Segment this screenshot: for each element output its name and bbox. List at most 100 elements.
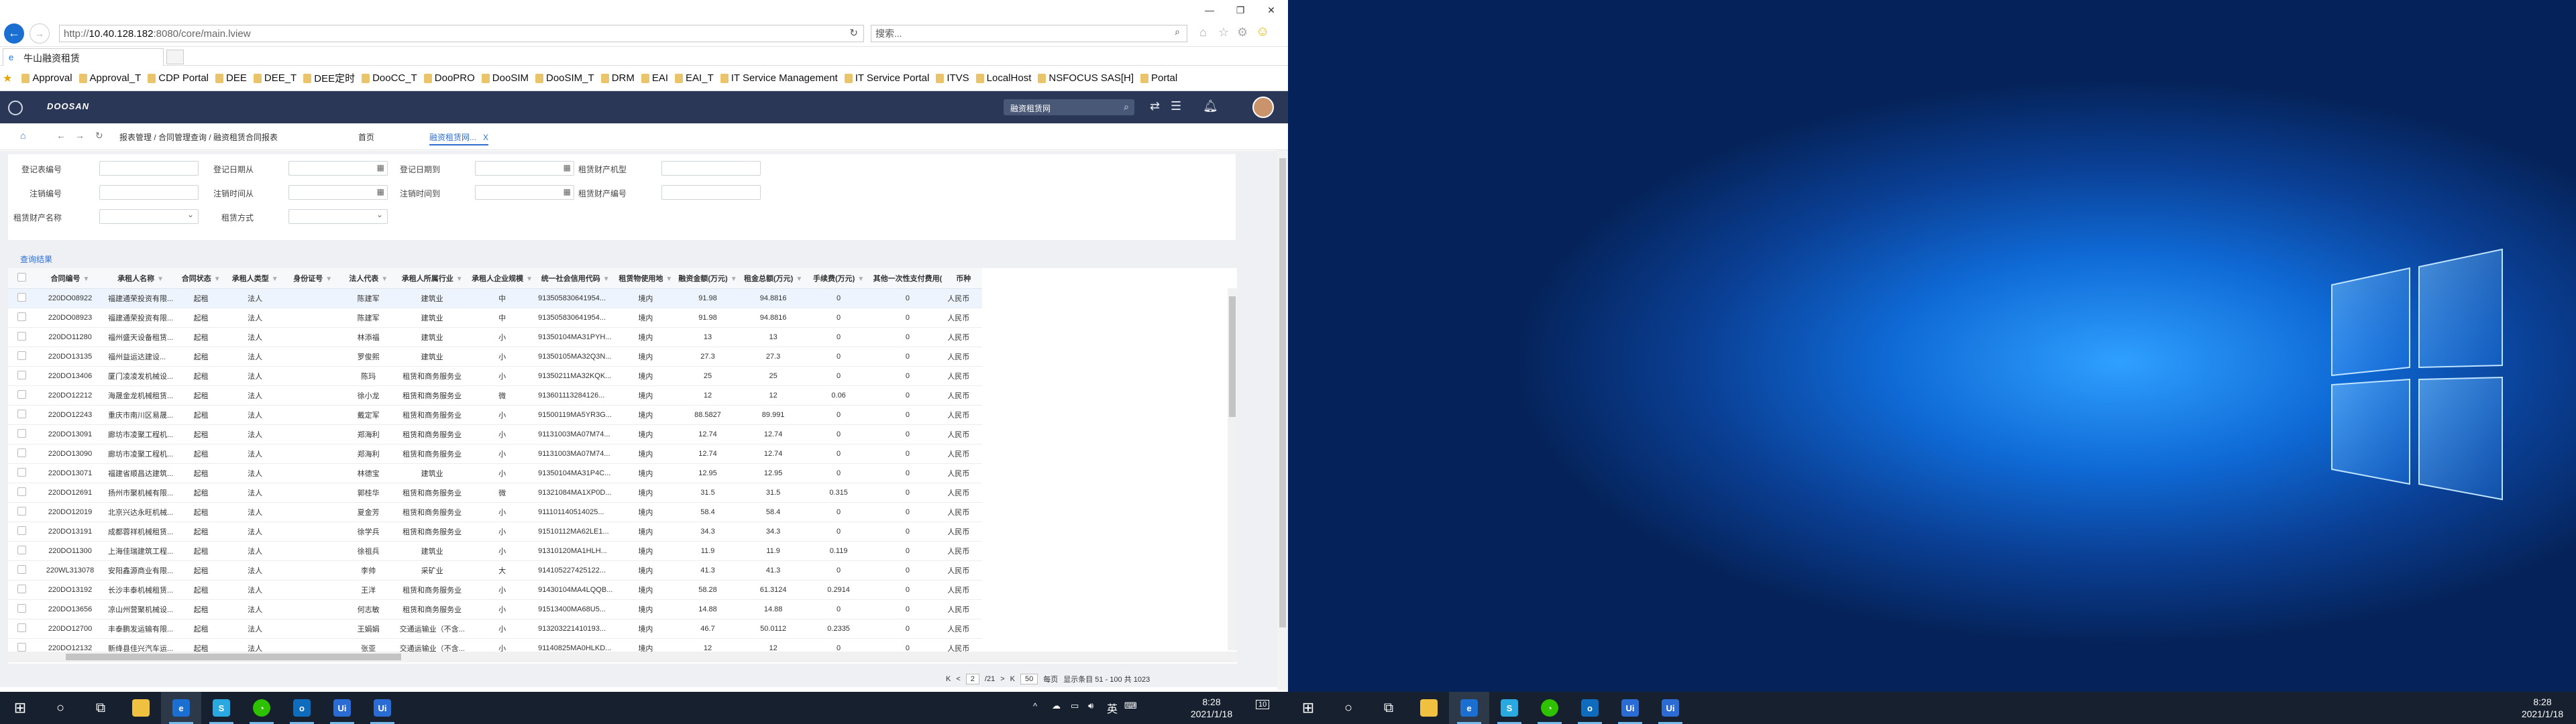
checkbox[interactable] xyxy=(17,487,26,496)
table-row[interactable]: 220DO12019 北京兴达永旺机械... 起租 法人 夏金芳 租赁和商务服务业小 911… xyxy=(8,502,983,522)
column-filter-icon[interactable]: ▼ xyxy=(83,276,90,283)
checkbox[interactable] xyxy=(17,584,26,593)
column-filter-icon[interactable]: ▼ xyxy=(603,276,610,283)
row-checkbox-cell[interactable] xyxy=(8,385,35,406)
favorites-star-icon[interactable]: ★ xyxy=(3,72,15,85)
filter-lease-type-select[interactable] xyxy=(288,209,388,224)
row-checkbox-cell[interactable] xyxy=(8,366,35,386)
table-row[interactable]: 220DO13406 厦门凌凌发机械设... 起租 法人 陈玛 租赁和商务服务业小 9135… xyxy=(8,366,983,386)
ie-button[interactable]: e xyxy=(1449,692,1489,724)
column-header[interactable]: 租赁物使用地 ▼ xyxy=(615,268,676,289)
checkbox[interactable] xyxy=(17,292,26,302)
table-row[interactable]: 220DO12691 扬州市聚机械有限... 起租 法人 郭桂华 租赁和商务服务业微 913… xyxy=(8,483,983,503)
row-checkbox-cell[interactable] xyxy=(8,308,35,328)
favorite-link[interactable]: DooSIM_T xyxy=(535,72,594,84)
app-s-button[interactable]: S xyxy=(201,692,241,724)
column-filter-icon[interactable]: ▼ xyxy=(857,276,864,283)
reload-icon[interactable]: ↻ xyxy=(95,130,103,141)
table-row[interactable]: 220DO13071 福建省顺昌达建筑... 起租 法人 林德宝 建筑业小 91350104… xyxy=(8,463,983,483)
column-filter-icon[interactable]: ▼ xyxy=(214,276,221,283)
new-tab-button[interactable] xyxy=(166,50,184,64)
checkbox[interactable] xyxy=(17,526,26,535)
favorite-link[interactable]: EAI xyxy=(641,72,668,84)
scroll-thumb[interactable] xyxy=(1229,296,1236,417)
cloud-icon[interactable]: ☁ xyxy=(1052,701,1061,711)
favorite-link[interactable]: IT Service Management xyxy=(720,72,838,84)
table-row[interactable]: 220DO12700 丰泰鹏发运输有限... 起租 法人 王娟娟 交通运输业（不含... 小… xyxy=(8,619,983,639)
checkbox[interactable] xyxy=(17,409,26,418)
row-checkbox-cell[interactable] xyxy=(8,424,35,444)
checkbox[interactable] xyxy=(17,370,26,379)
taskbar-clock[interactable]: 8:28 2021/1/18 xyxy=(1185,696,1238,720)
nav-back-icon[interactable]: ← xyxy=(56,130,66,141)
row-checkbox-cell[interactable] xyxy=(8,599,35,619)
column-header[interactable]: 承租人所属行业 ▼ xyxy=(395,268,470,289)
start-button[interactable]: ⊞ xyxy=(0,692,40,724)
start-button[interactable]: ⊞ xyxy=(1288,692,1328,724)
close-button[interactable]: ✕ xyxy=(1256,2,1287,18)
checkbox[interactable] xyxy=(17,389,26,399)
notification-badge[interactable]: 10 xyxy=(1256,700,1270,709)
nav-forward-icon[interactable]: → xyxy=(75,130,85,141)
table-row[interactable]: 220DO13135 福州益运达建设... 起租 法人 罗俊熙 建筑业小 91350105M… xyxy=(8,347,983,367)
ime-language[interactable]: 英 xyxy=(1107,700,1118,716)
column-header[interactable]: 合同状态 ▼ xyxy=(176,268,227,289)
table-row[interactable]: 220DO11280 福州盛天设备租赁... 起租 法人 林添福 建筑业小 91350104… xyxy=(8,327,983,347)
column-filter-icon[interactable]: ▼ xyxy=(526,276,533,283)
menu-icon[interactable] xyxy=(8,101,23,115)
outlook-button[interactable]: o xyxy=(1570,692,1610,724)
favorite-link[interactable]: Portal xyxy=(1140,72,1177,84)
favorite-link[interactable]: DooSIM xyxy=(481,72,529,84)
table-row[interactable]: 220DO13090 廊坊市凌聚工程机... 起租 法人 郑海利 租赁和商务服务业小 911… xyxy=(8,444,983,464)
table-row[interactable]: 220DO12212 海晟金龙机械租赁... 起租 法人 徐小龙 租赁和商务服务业微 913… xyxy=(8,385,983,406)
favorite-link[interactable]: Approval_T xyxy=(78,72,141,84)
checkbox[interactable] xyxy=(17,642,26,652)
table-row[interactable]: 220DO08923 福建通荣投资有限... 起租 法人 陈建军 建筑业中 91350583… xyxy=(8,308,983,328)
table-row[interactable]: 220DO13091 廊坊市凌聚工程机... 起租 法人 郑海利 租赁和商务服务业小 911… xyxy=(8,424,983,444)
uipath-button-1[interactable]: Ui xyxy=(322,692,362,724)
row-checkbox-cell[interactable] xyxy=(8,347,35,367)
explorer-button[interactable] xyxy=(1409,692,1449,724)
favorite-link[interactable]: DooCC_T xyxy=(362,72,417,84)
grid-vertical-scrollbar[interactable] xyxy=(1228,288,1237,650)
row-checkbox-cell[interactable] xyxy=(8,580,35,600)
filter-lease-model-input[interactable] xyxy=(661,161,761,176)
favorite-link[interactable]: ITVS xyxy=(936,72,969,84)
checkbox[interactable] xyxy=(17,564,26,574)
scroll-thumb[interactable] xyxy=(66,654,401,660)
checkbox[interactable] xyxy=(17,623,26,632)
favorite-link[interactable]: DEE xyxy=(215,72,247,84)
tab-home[interactable]: 首页 xyxy=(358,131,374,143)
checkbox[interactable] xyxy=(17,428,26,438)
search-icon[interactable]: ⌕ xyxy=(1124,101,1129,113)
column-header[interactable]: 租金总额(万元) ▼ xyxy=(739,268,807,289)
checkbox[interactable] xyxy=(17,448,26,457)
row-checkbox-cell[interactable] xyxy=(8,463,35,483)
favorite-link[interactable]: DEE_T xyxy=(253,72,297,84)
table-row[interactable]: 220DO13192 长沙丰泰机械租赁... 起租 法人 王洋 租赁和商务服务业小 9143… xyxy=(8,580,983,600)
maximize-button[interactable]: ❐ xyxy=(1225,2,1256,18)
checkbox[interactable] xyxy=(17,312,26,321)
wechat-button[interactable]: ◔ xyxy=(241,692,282,724)
favorite-link[interactable]: CDP Portal xyxy=(148,72,209,84)
browser-search-input[interactable]: 搜索... ⌕ xyxy=(871,25,1187,42)
forward-icon[interactable]: → xyxy=(30,23,50,44)
next-page-button[interactable]: > xyxy=(1000,675,1004,683)
column-header[interactable]: 身份证号 ▼ xyxy=(284,268,342,289)
explorer-button[interactable] xyxy=(121,692,161,724)
favorite-link[interactable]: IT Service Portal xyxy=(844,72,929,84)
favorite-link[interactable]: Approval xyxy=(21,72,72,84)
row-checkbox-cell[interactable] xyxy=(8,619,35,639)
favorite-link[interactable]: EAI_T xyxy=(675,72,714,84)
network-icon[interactable]: ▭ xyxy=(1071,701,1079,711)
table-row[interactable]: 220DO11300 上海佳瑞建筑工程... 起租 法人 徐祖兵 建筑业小 91310120… xyxy=(8,541,983,561)
checkbox[interactable] xyxy=(17,272,26,282)
column-header[interactable]: 其他一次性支付费用( xyxy=(870,268,945,289)
taskbar-clock[interactable]: 8:28 2021/1/18 xyxy=(2516,696,2569,720)
checkbox[interactable] xyxy=(17,545,26,554)
row-checkbox-cell[interactable] xyxy=(8,522,35,542)
search-icon[interactable]: ⌕ xyxy=(1175,26,1180,38)
uipath-button-2[interactable]: Ui xyxy=(1650,692,1690,724)
app-s-button[interactable]: S xyxy=(1489,692,1529,724)
row-checkbox-cell[interactable] xyxy=(8,560,35,581)
